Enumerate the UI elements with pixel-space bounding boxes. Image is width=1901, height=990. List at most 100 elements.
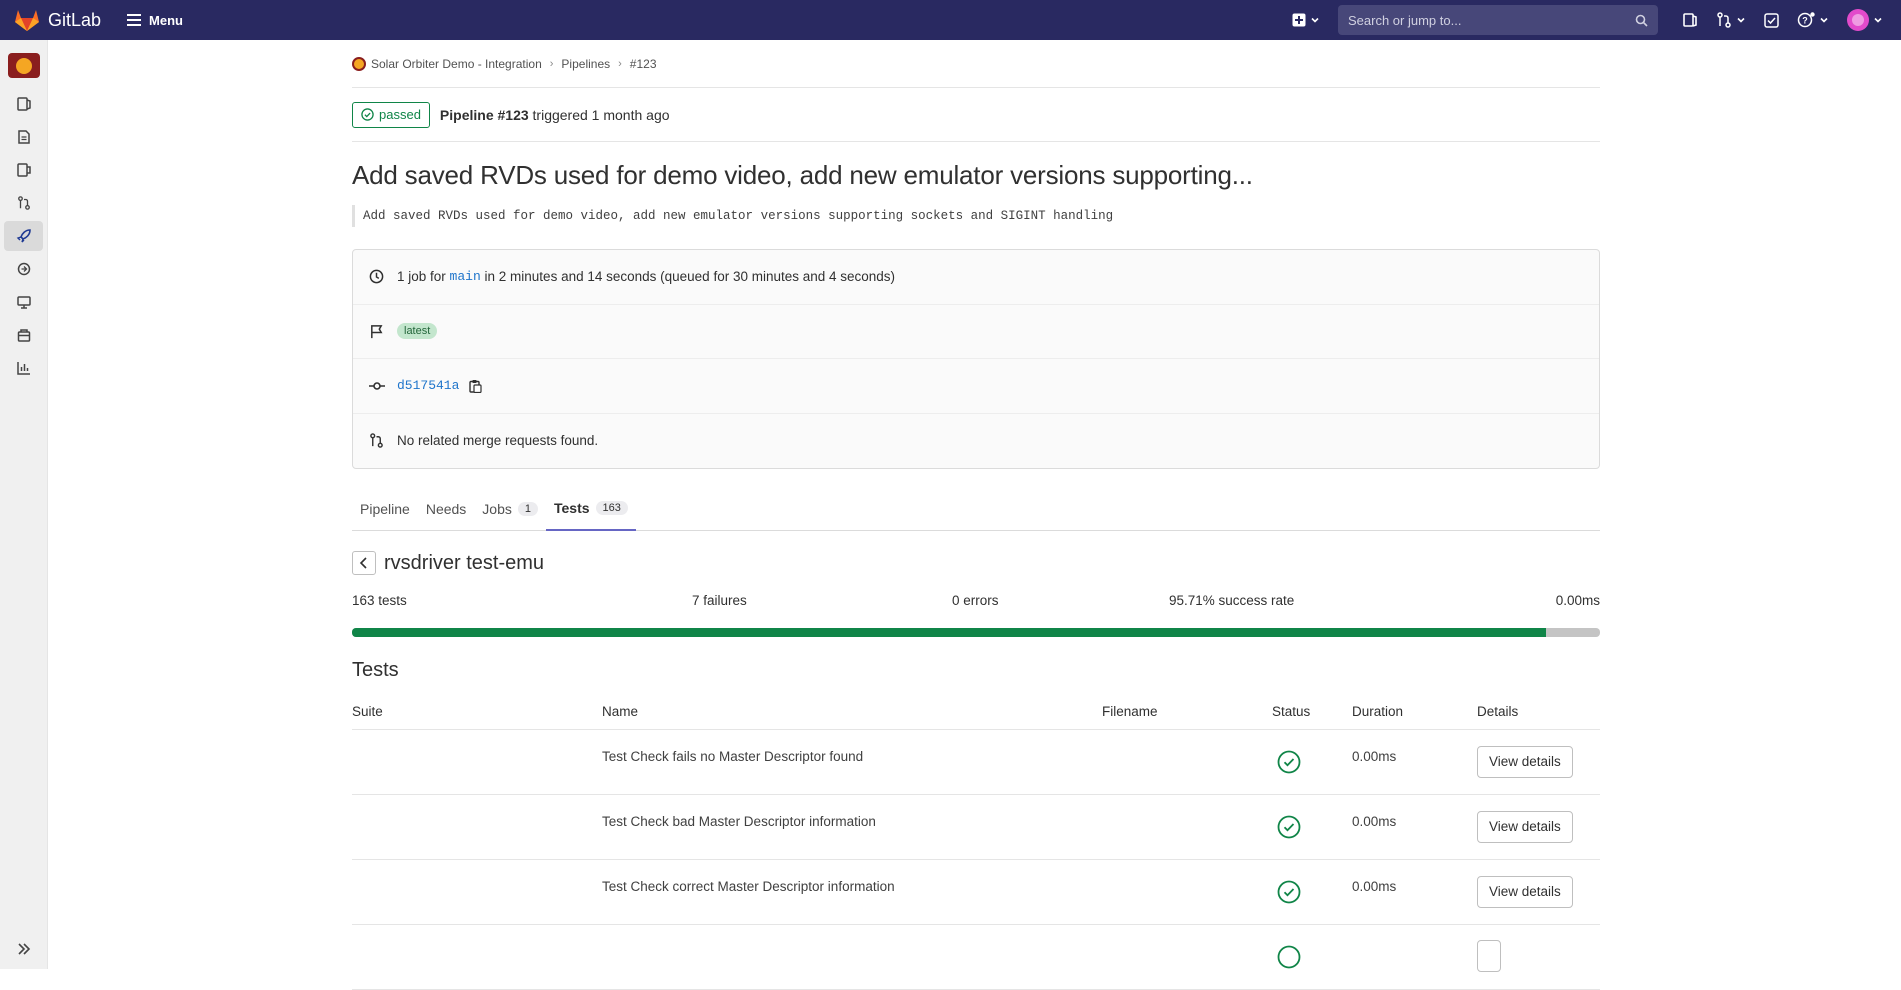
tests-count: 163 tests bbox=[352, 593, 407, 608]
no-merge-requests-text: No related merge requests found. bbox=[397, 433, 599, 449]
status-badge[interactable]: passed bbox=[352, 101, 430, 128]
view-details-button[interactable]: View details bbox=[1477, 810, 1573, 843]
header-duration: Duration bbox=[1352, 704, 1477, 730]
pipeline-tabs: Pipeline Needs Jobs 1 Tests 163 bbox=[352, 487, 1600, 531]
search-input[interactable] bbox=[1348, 12, 1635, 28]
view-details-button[interactable] bbox=[1477, 939, 1501, 972]
sidebar-item-monitor[interactable] bbox=[0, 287, 47, 317]
issues-button[interactable] bbox=[1682, 12, 1698, 28]
collapse-sidebar-button[interactable] bbox=[0, 939, 47, 959]
status-success-icon bbox=[1277, 750, 1301, 773]
tanuki-icon bbox=[15, 10, 39, 31]
search-box[interactable] bbox=[1338, 5, 1658, 35]
pipeline-title: Pipeline #123 bbox=[439, 106, 529, 123]
row-name: Test Check bad Master Descriptor informa… bbox=[602, 814, 876, 829]
failures-count: 7 failures bbox=[692, 593, 747, 608]
row-filename bbox=[1102, 859, 1272, 925]
suite-header: rvsdriver test-emu bbox=[352, 551, 1600, 575]
row-name: Test Check fails no Master Descriptor fo… bbox=[602, 749, 864, 764]
deployments-icon bbox=[17, 262, 30, 276]
status-success-icon bbox=[1277, 815, 1301, 838]
tab-label: Tests bbox=[554, 500, 590, 516]
new-dropdown-button[interactable] bbox=[1292, 13, 1320, 27]
success-progress-bar bbox=[352, 628, 1600, 637]
pipeline-info-box: 1 job for main in 2 minutes and 14 secon… bbox=[352, 249, 1600, 469]
merge-requests-button[interactable] bbox=[1716, 12, 1746, 28]
errors-count: 0 errors bbox=[952, 593, 999, 608]
sidebar-item-deployments[interactable] bbox=[0, 254, 47, 284]
row-duration: 0.00ms bbox=[1352, 749, 1397, 764]
commit-title: Add saved RVDs used for demo video, add … bbox=[352, 160, 1253, 190]
chevron-down-icon bbox=[1874, 17, 1882, 23]
success-rate: 95.71% success rate bbox=[1169, 593, 1295, 608]
project-icon bbox=[352, 56, 366, 71]
row-suite bbox=[352, 729, 602, 795]
jobs-prefix: 1 job for bbox=[397, 269, 446, 285]
sidebar-item-analytics[interactable] bbox=[0, 353, 47, 383]
tab-count: 163 bbox=[595, 501, 628, 515]
package-icon bbox=[17, 329, 30, 342]
tests-heading: Tests bbox=[352, 659, 399, 681]
tab-jobs[interactable]: Jobs 1 bbox=[474, 487, 546, 531]
row-suite bbox=[352, 794, 602, 860]
todos-button[interactable] bbox=[1764, 12, 1779, 28]
sidebar-item-merge-requests[interactable] bbox=[0, 188, 47, 218]
sidebar-item-packages[interactable] bbox=[0, 320, 47, 350]
suite-title: rvsdriver test-emu bbox=[384, 551, 545, 574]
status-success-icon bbox=[361, 108, 374, 121]
gitlab-logo[interactable]: GitLab bbox=[14, 8, 101, 32]
tab-tests[interactable]: Tests 163 bbox=[546, 487, 636, 531]
sidebar-item-issues[interactable] bbox=[0, 155, 47, 185]
flag-icon bbox=[371, 324, 383, 338]
status-success-icon bbox=[1277, 945, 1301, 968]
project-avatar[interactable] bbox=[8, 53, 40, 78]
breadcrumb-current[interactable]: #123 bbox=[630, 57, 657, 71]
row-duration: 0.00ms bbox=[1352, 879, 1397, 894]
back-button[interactable] bbox=[352, 551, 376, 575]
rocket-icon bbox=[16, 229, 31, 243]
chevron-left-icon bbox=[359, 557, 367, 569]
user-menu-button[interactable] bbox=[1847, 9, 1883, 31]
header-filename: Filename bbox=[1102, 704, 1272, 730]
tab-needs[interactable]: Needs bbox=[418, 487, 474, 531]
test-summary: 163 tests 7 failures 0 errors 95.71% suc… bbox=[352, 593, 1600, 611]
tab-pipeline[interactable]: Pipeline bbox=[352, 487, 418, 531]
clipboard-icon bbox=[469, 379, 483, 393]
pipeline-triggered: triggered 1 month ago bbox=[532, 106, 670, 123]
header-status: Status bbox=[1272, 704, 1352, 730]
branch-link[interactable]: main bbox=[450, 269, 481, 284]
chevron-down-icon bbox=[1820, 17, 1828, 23]
plus-square-icon bbox=[1292, 13, 1306, 27]
view-details-button[interactable]: View details bbox=[1477, 745, 1573, 778]
breadcrumb-pipelines[interactable]: Pipelines bbox=[561, 57, 610, 71]
issues-icon bbox=[1683, 13, 1697, 27]
header-suite: Suite bbox=[352, 704, 602, 730]
total-duration: 0.00ms bbox=[1555, 593, 1600, 608]
breadcrumb: Solar Orbiter Demo - Integration › Pipel… bbox=[352, 40, 1600, 88]
row-filename bbox=[1102, 794, 1272, 860]
view-details-button[interactable]: View details bbox=[1477, 875, 1573, 908]
menu-button[interactable]: Menu bbox=[127, 13, 183, 28]
sidebar-item-repository[interactable] bbox=[0, 122, 47, 152]
table-header-row: Suite Name Filename Status Duration Deta… bbox=[352, 704, 1600, 730]
tests-table: Suite Name Filename Status Duration Deta… bbox=[352, 704, 1600, 990]
latest-badge: latest bbox=[397, 323, 438, 340]
menu-label: Menu bbox=[149, 12, 183, 28]
sidebar-item-cicd[interactable] bbox=[4, 221, 43, 251]
sidebar-item-project-info[interactable] bbox=[0, 89, 47, 119]
double-chevron-right-icon bbox=[17, 943, 30, 955]
chevron-right-icon: › bbox=[618, 57, 622, 70]
hamburger-icon bbox=[127, 14, 142, 26]
help-button[interactable]: ? bbox=[1797, 12, 1829, 28]
chevron-right-icon: › bbox=[549, 57, 554, 70]
copy-sha-button[interactable] bbox=[469, 379, 483, 393]
todo-check-icon bbox=[1764, 12, 1779, 28]
main-content: Solar Orbiter Demo - Integration › Pipel… bbox=[352, 40, 1600, 990]
breadcrumb-project[interactable]: Solar Orbiter Demo - Integration bbox=[371, 57, 542, 71]
row-suite bbox=[352, 859, 602, 925]
status-success-icon bbox=[1277, 880, 1301, 903]
status-label: passed bbox=[379, 107, 421, 122]
commit-sha-link[interactable]: d517541a bbox=[397, 378, 459, 393]
header-details: Details bbox=[1477, 704, 1600, 730]
svg-text:?: ? bbox=[1802, 16, 1808, 26]
